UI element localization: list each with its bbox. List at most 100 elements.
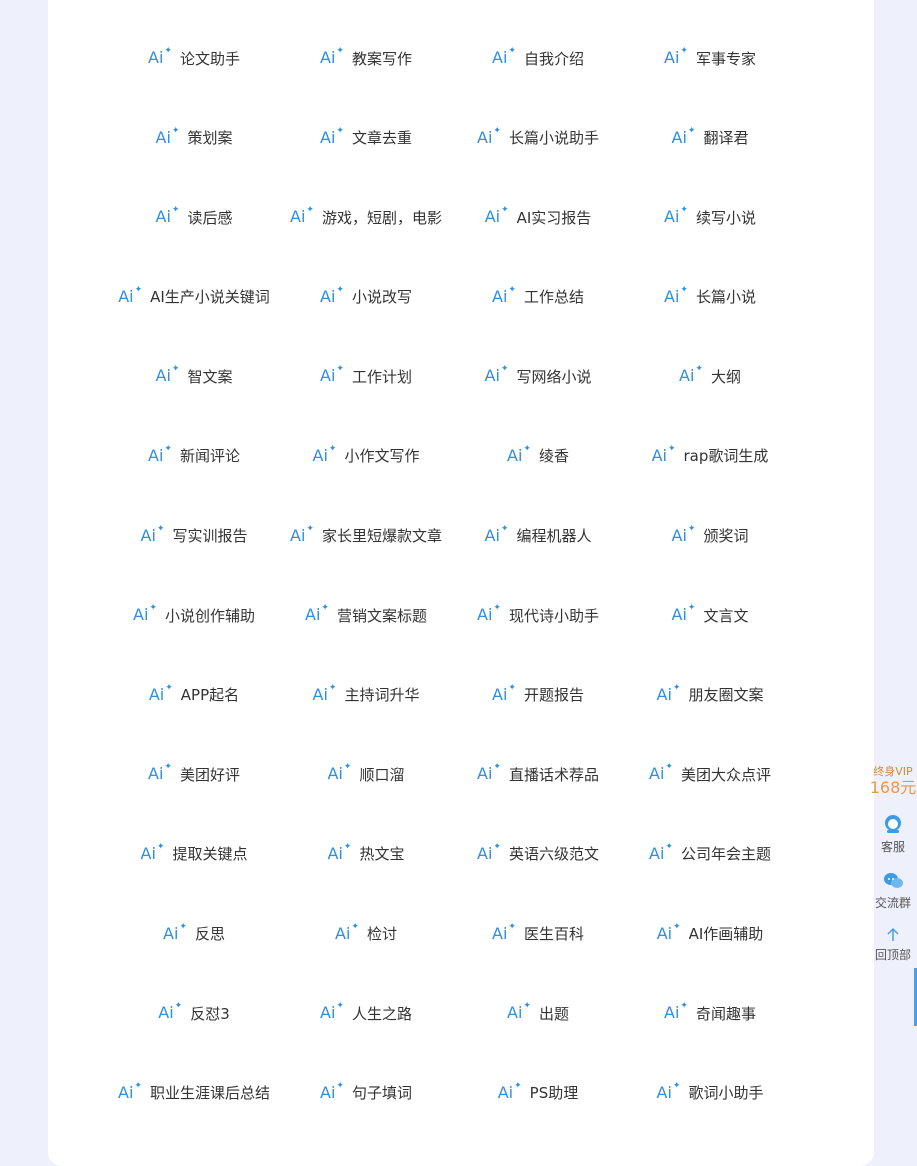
tool-item[interactable]: Ai ✦ 出题	[452, 975, 624, 1051]
tool-item[interactable]: Ai ✦ 职业生涯课后总结	[108, 1055, 280, 1131]
tool-item[interactable]: Ai ✦ 营销文案标题	[280, 577, 452, 653]
tool-item[interactable]: Ai ✦ AI生产小说关键词	[108, 259, 280, 335]
tool-item[interactable]: Ai ✦ 反思	[108, 896, 280, 972]
ai-sparkle-icon: Ai ✦	[492, 683, 516, 703]
tool-item[interactable]: Ai ✦ 医生百科	[452, 896, 624, 972]
tool-item[interactable]: Ai ✦ 编程机器人	[452, 498, 624, 574]
tool-item[interactable]: Ai ✦ 提取关键点	[108, 816, 280, 892]
tool-item[interactable]: Ai ✦ 小说创作辅助	[108, 577, 280, 653]
tool-item[interactable]: Ai ✦ 小作文写作	[280, 418, 452, 494]
sparkle-icon: ✦	[343, 762, 352, 773]
tool-item[interactable]: Ai ✦ 主持词升华	[280, 657, 452, 733]
tool-item[interactable]: Ai ✦ rap歌词生成	[624, 418, 796, 494]
tool-item[interactable]: Ai ✦ 文言文	[624, 577, 796, 653]
tool-label: 颁奖词	[703, 527, 749, 546]
tool-item[interactable]: Ai ✦ 论文助手	[108, 20, 280, 96]
ai-sparkle-icon: Ai ✦	[492, 47, 516, 66]
tool-item[interactable]: Ai ✦ 公司年会主题	[624, 816, 796, 892]
tool-item[interactable]: Ai ✦ AI实习报告	[452, 179, 624, 255]
tool-item[interactable]: Ai ✦ AI作画辅助	[624, 896, 796, 972]
tool-item[interactable]: Ai ✦ 智文案	[108, 338, 280, 414]
tool-item[interactable]: Ai ✦ 开题报告	[452, 657, 624, 733]
ai-sparkle-icon: Ai ✦	[649, 763, 673, 782]
tool-item[interactable]: Ai ✦ 长篇小说	[624, 259, 796, 335]
service-label: 客服	[880, 840, 905, 855]
ai-sparkle-icon: Ai ✦	[492, 921, 516, 942]
tool-label: 顺口溜	[359, 765, 405, 784]
ai-sparkle-icon: Ai ✦	[320, 1081, 344, 1101]
ai-sparkle-icon: Ai ✦	[657, 683, 681, 703]
tool-item[interactable]: Ai ✦ 大纲	[624, 338, 796, 414]
ai-badge-text: Ai	[477, 843, 493, 863]
ai-sparkle-icon: Ai ✦	[664, 285, 688, 305]
tool-item[interactable]: Ai ✦ 新闻评论	[108, 418, 280, 494]
tool-item[interactable]: Ai ✦ 朋友圈文案	[624, 657, 796, 733]
tool-label: 长篇小说	[695, 288, 756, 307]
ai-sparkle-icon: Ai ✦	[477, 763, 501, 782]
tool-item[interactable]: Ai ✦ 奇闻趣事	[624, 975, 796, 1051]
chat-bubbles-icon	[883, 873, 903, 889]
customer-service-button[interactable]: 客服	[881, 813, 905, 855]
tool-item[interactable]: Ai ✦ 热文宝	[280, 816, 452, 892]
ai-sparkle-icon: Ai ✦	[664, 206, 688, 225]
tool-item[interactable]: Ai ✦ 翻译君	[624, 100, 796, 176]
tool-label: 策划案	[187, 129, 233, 148]
back-to-top-button[interactable]: 回顶部	[875, 927, 911, 963]
tool-item[interactable]: Ai ✦ 美团大众点评	[624, 736, 796, 812]
tool-item[interactable]: Ai ✦ 检讨	[280, 896, 452, 972]
ai-badge-text: Ai	[133, 605, 149, 625]
ai-sparkle-icon: Ai ✦	[328, 762, 352, 782]
tool-item[interactable]: Ai ✦ PS助理	[452, 1055, 624, 1131]
tool-item[interactable]: Ai ✦ 写网络小说	[452, 338, 624, 414]
ai-sparkle-icon: Ai ✦	[649, 842, 673, 862]
tool-item[interactable]: Ai ✦ 游戏，短剧，电影	[280, 179, 452, 255]
tool-item[interactable]: Ai ✦ 颁奖词	[624, 498, 796, 574]
tool-item[interactable]: Ai ✦ 读后感	[108, 179, 280, 255]
tool-item[interactable]: Ai ✦ 句子填词	[280, 1055, 452, 1131]
group-chat-button[interactable]: 交流群	[875, 871, 911, 911]
tool-item[interactable]: Ai ✦ 军事专家	[624, 20, 796, 96]
tool-item[interactable]: Ai ✦ 英语六级范文	[452, 816, 624, 892]
ai-badge-text: Ai	[484, 525, 500, 545]
tool-item[interactable]: Ai ✦ 长篇小说助手	[452, 100, 624, 176]
tool-item[interactable]: Ai ✦ 教案写作	[280, 20, 452, 96]
tool-item[interactable]: Ai ✦ APP起名	[108, 657, 280, 733]
tool-label: 家长里短爆款文章	[321, 527, 442, 546]
ai-sparkle-icon: Ai ✦	[664, 1002, 688, 1021]
tool-item[interactable]: Ai ✦ 反怼3	[108, 975, 280, 1051]
tool-item[interactable]: Ai ✦ 写实训报告	[108, 498, 280, 574]
tool-item[interactable]: Ai ✦ 歌词小助手	[624, 1055, 796, 1131]
ai-badge-text: Ai	[312, 445, 328, 465]
tool-item[interactable]: Ai ✦ 文章去重	[280, 100, 452, 176]
tool-label: 工作总结	[523, 288, 584, 307]
tool-item[interactable]: Ai ✦ 顺口溜	[280, 736, 452, 812]
tool-label: 翻译君	[703, 129, 749, 148]
sparkle-icon: ✦	[164, 762, 172, 773]
vip-offer[interactable]: 终身VIP 168元	[870, 765, 917, 797]
tool-item[interactable]: Ai ✦ 家长里短爆款文章	[280, 498, 452, 574]
ai-sparkle-icon: Ai ✦	[484, 524, 509, 545]
sparkle-icon: ✦	[165, 682, 173, 693]
ai-sparkle-icon: Ai ✦	[485, 365, 509, 384]
tool-item[interactable]: Ai ✦ 美团好评	[108, 736, 280, 812]
ai-badge-text: Ai	[656, 923, 673, 943]
tool-item[interactable]: Ai ✦ 续写小说	[624, 179, 796, 255]
sparkle-icon: ✦	[508, 921, 516, 932]
tool-label: AI生产小说关键词	[150, 288, 270, 307]
tool-label: 营销文案标题	[336, 606, 427, 625]
sparkle-icon: ✦	[695, 364, 703, 375]
tool-item[interactable]: Ai ✦ 自我介绍	[452, 20, 624, 96]
tool-item[interactable]: Ai ✦ 现代诗小助手	[452, 577, 624, 653]
ai-badge-text: Ai	[148, 684, 165, 704]
tool-item[interactable]: Ai ✦ 直播话术荐品	[452, 736, 624, 812]
tool-item[interactable]: Ai ✦ 人生之路	[280, 975, 452, 1051]
tool-item[interactable]: Ai ✦ 策划案	[108, 100, 280, 176]
tool-item[interactable]: Ai ✦ 小说改写	[280, 259, 452, 335]
tool-item[interactable]: Ai ✦ 工作计划	[280, 338, 452, 414]
ai-badge-text: Ai	[305, 605, 321, 625]
sparkle-icon: ✦	[134, 1080, 142, 1091]
tool-item[interactable]: Ai ✦ 绫香	[452, 418, 624, 494]
ai-badge-text: Ai	[290, 207, 306, 227]
ai-badge-text: Ai	[651, 445, 667, 465]
tool-item[interactable]: Ai ✦ 工作总结	[452, 259, 624, 335]
